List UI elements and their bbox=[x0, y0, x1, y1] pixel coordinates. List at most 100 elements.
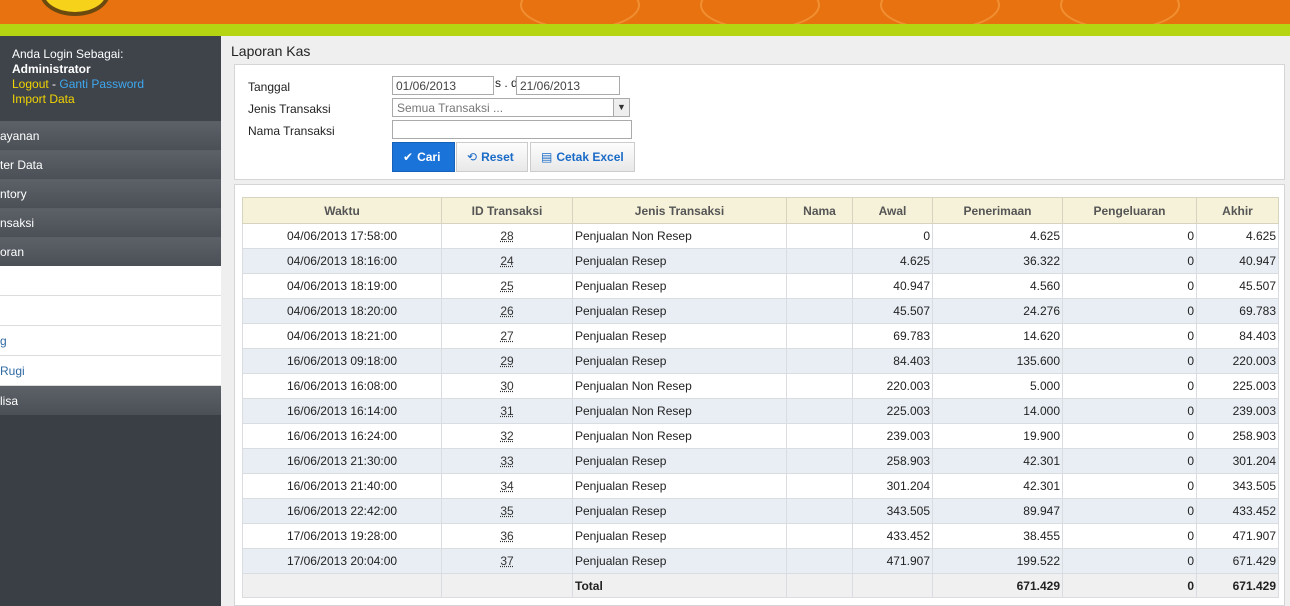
nav-subitem[interactable] bbox=[0, 296, 221, 326]
nav-item-pelayanan[interactable]: ayanan bbox=[0, 121, 221, 150]
cell-id-transaksi[interactable]: 32 bbox=[441, 423, 573, 449]
cell-awal: 301.204 bbox=[852, 473, 933, 499]
cell-awal: 225.003 bbox=[852, 398, 933, 424]
reset-button[interactable]: ⟲ Reset bbox=[456, 142, 528, 172]
transaction-id-link[interactable]: 25 bbox=[500, 279, 513, 293]
col-waktu[interactable]: Waktu bbox=[242, 197, 442, 224]
cell-penerimaan: 199.522 bbox=[932, 548, 1063, 574]
cell-awal: 471.907 bbox=[852, 548, 933, 574]
transaction-id-link[interactable]: 24 bbox=[500, 254, 513, 268]
cell-id-transaksi[interactable]: 35 bbox=[441, 498, 573, 524]
transaction-id-link[interactable]: 30 bbox=[500, 379, 513, 393]
cell-jenis-transaksi: Penjualan Resep bbox=[572, 523, 787, 549]
col-jenis-transaksi[interactable]: Jenis Transaksi bbox=[572, 197, 787, 224]
cell-id-transaksi[interactable]: 33 bbox=[441, 448, 573, 474]
transaction-id-link[interactable]: 34 bbox=[500, 479, 513, 493]
transaction-id-link[interactable]: 26 bbox=[500, 304, 513, 318]
col-akhir[interactable]: Akhir bbox=[1196, 197, 1279, 224]
cell-pengeluaran: 0 bbox=[1062, 273, 1197, 299]
jenis-transaksi-select[interactable]: Semua Transaksi ... ▼ bbox=[392, 98, 630, 117]
cell-awal: 69.783 bbox=[852, 323, 933, 349]
col-awal[interactable]: Awal bbox=[852, 197, 933, 224]
transaction-id-link[interactable]: 37 bbox=[500, 554, 513, 568]
chevron-down-icon[interactable]: ▼ bbox=[613, 99, 629, 116]
col-id-transaksi[interactable]: ID Transaksi bbox=[441, 197, 573, 224]
logout-link[interactable]: Logout bbox=[12, 77, 49, 91]
transaction-id-link[interactable]: 33 bbox=[500, 454, 513, 468]
cell-id-transaksi[interactable]: 27 bbox=[441, 323, 573, 349]
col-nama[interactable]: Nama bbox=[786, 197, 853, 224]
cell-penerimaan: 36.322 bbox=[932, 248, 1063, 274]
cell-akhir: 258.903 bbox=[1196, 423, 1279, 449]
kas-table: Waktu ID Transaksi Jenis Transaksi Nama … bbox=[242, 197, 1279, 598]
cell-id-transaksi[interactable]: 24 bbox=[441, 248, 573, 274]
print-icon: ▤ bbox=[541, 150, 553, 164]
date-to-input[interactable] bbox=[516, 76, 620, 95]
cetak-excel-button[interactable]: ▤ Cetak Excel bbox=[530, 142, 635, 172]
nama-transaksi-input[interactable] bbox=[392, 120, 632, 139]
cell-waktu: 16/06/2013 09:18:00 bbox=[242, 348, 442, 374]
total-penerimaan: 671.429 bbox=[932, 573, 1063, 598]
change-password-link[interactable]: Ganti Password bbox=[59, 77, 144, 91]
transaction-id-link[interactable]: 35 bbox=[500, 504, 513, 518]
cell-jenis-transaksi: Penjualan Non Resep bbox=[572, 423, 787, 449]
cell-pengeluaran: 0 bbox=[1062, 398, 1197, 424]
cell-pengeluaran: 0 bbox=[1062, 323, 1197, 349]
import-data-link[interactable]: Import Data bbox=[12, 92, 209, 107]
cell-penerimaan: 42.301 bbox=[932, 473, 1063, 499]
cell-nama bbox=[786, 398, 853, 424]
nav-item-transaksi[interactable]: nsaksi bbox=[0, 208, 221, 237]
nav-subitem-laba-rugi[interactable]: Rugi bbox=[0, 356, 221, 386]
cell-awal: 45.507 bbox=[852, 298, 933, 324]
cell-awal: 0 bbox=[852, 223, 933, 249]
transaction-id-link[interactable]: 32 bbox=[500, 429, 513, 443]
transaction-id-link[interactable]: 31 bbox=[500, 404, 513, 418]
cell-akhir: 225.003 bbox=[1196, 373, 1279, 399]
table-row: 04/06/2013 18:16:00 24 Penjualan Resep 4.62… bbox=[242, 248, 1279, 274]
transaction-id-link[interactable]: 36 bbox=[500, 529, 513, 543]
col-pengeluaran[interactable]: Pengeluaran bbox=[1062, 197, 1197, 224]
nav-item-analisa[interactable]: lisa bbox=[0, 386, 221, 415]
cell-awal: 433.452 bbox=[852, 523, 933, 549]
nav-item-master-data[interactable]: ter Data bbox=[0, 150, 221, 179]
col-penerimaan[interactable]: Penerimaan bbox=[932, 197, 1063, 224]
cell-jenis-transaksi: Penjualan Resep bbox=[572, 348, 787, 374]
cell-id-transaksi[interactable]: 26 bbox=[441, 298, 573, 324]
login-prefix: Anda Login Sebagai: bbox=[12, 47, 124, 61]
cell-awal: 220.003 bbox=[852, 373, 933, 399]
nav-subitem[interactable] bbox=[0, 266, 221, 296]
nav-subitem[interactable]: g bbox=[0, 326, 221, 356]
main-content: Laporan Kas Tanggal s . d Jenis Transaks… bbox=[221, 36, 1290, 606]
cell-id-transaksi[interactable]: 37 bbox=[441, 548, 573, 574]
nav-item-laporan[interactable]: oran bbox=[0, 237, 221, 266]
cell-id-transaksi[interactable]: 31 bbox=[441, 398, 573, 424]
banner-ornament bbox=[700, 0, 820, 24]
cari-button[interactable]: ✔ Cari bbox=[392, 142, 455, 172]
total-empty-cell bbox=[242, 573, 442, 598]
transaction-id-link[interactable]: 29 bbox=[500, 354, 513, 368]
cell-penerimaan: 38.455 bbox=[932, 523, 1063, 549]
cell-nama bbox=[786, 448, 853, 474]
cell-jenis-transaksi: Penjualan Resep bbox=[572, 548, 787, 574]
cell-id-transaksi[interactable]: 34 bbox=[441, 473, 573, 499]
cell-penerimaan: 42.301 bbox=[932, 448, 1063, 474]
cell-akhir: 220.003 bbox=[1196, 348, 1279, 374]
cell-waktu: 16/06/2013 16:24:00 bbox=[242, 423, 442, 449]
cell-id-transaksi[interactable]: 29 bbox=[441, 348, 573, 374]
cell-pengeluaran: 0 bbox=[1062, 448, 1197, 474]
banner-ornament bbox=[1060, 0, 1180, 24]
cell-id-transaksi[interactable]: 25 bbox=[441, 273, 573, 299]
cell-penerimaan: 4.560 bbox=[932, 273, 1063, 299]
cell-id-transaksi[interactable]: 30 bbox=[441, 373, 573, 399]
filter-form: Tanggal s . d Jenis Transaksi Semua Tran… bbox=[234, 64, 1285, 180]
transaction-id-link[interactable]: 27 bbox=[500, 329, 513, 343]
transaction-id-link[interactable]: 28 bbox=[500, 229, 513, 243]
cell-nama bbox=[786, 373, 853, 399]
cell-id-transaksi[interactable]: 36 bbox=[441, 523, 573, 549]
cell-penerimaan: 24.276 bbox=[932, 298, 1063, 324]
cell-id-transaksi[interactable]: 28 bbox=[441, 223, 573, 249]
date-from-input[interactable] bbox=[392, 76, 494, 95]
cell-pengeluaran: 0 bbox=[1062, 498, 1197, 524]
nav-item-inventory[interactable]: ntory bbox=[0, 179, 221, 208]
cell-penerimaan: 14.000 bbox=[932, 398, 1063, 424]
